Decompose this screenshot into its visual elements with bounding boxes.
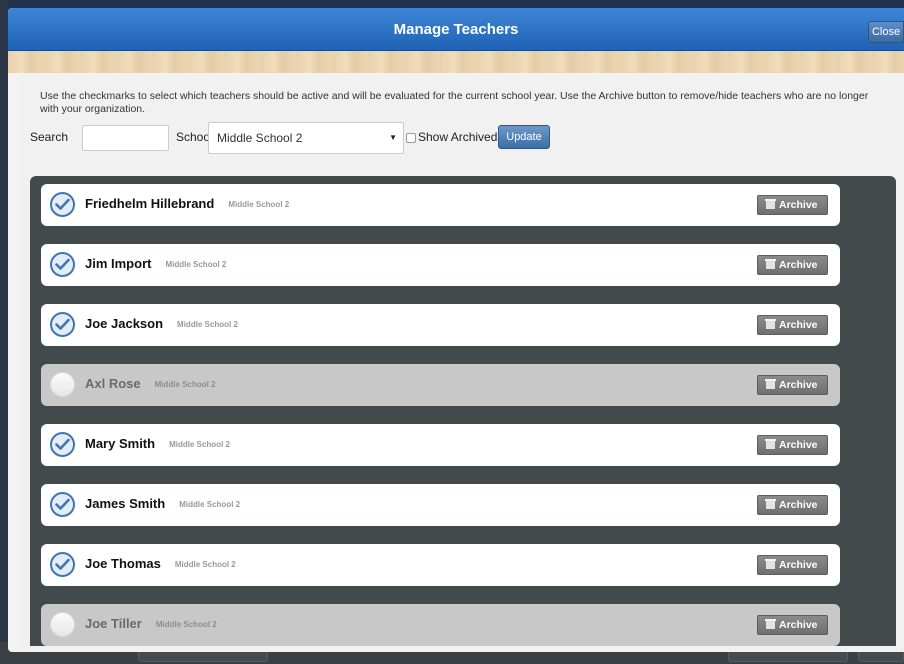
archive-label: Archive <box>779 199 818 211</box>
teacher-row: James Smith Middle School 2 Archive <box>41 484 840 526</box>
filter-toolbar: Search School Middle School 2 ▼ Show Arc… <box>30 122 890 154</box>
archive-box-icon <box>765 259 776 269</box>
teacher-info: James Smith Middle School 2 <box>85 496 240 511</box>
teacher-row: Mary Smith Middle School 2 Archive <box>41 424 840 466</box>
archive-label: Archive <box>779 259 818 271</box>
teacher-school: Middle School 2 <box>155 620 217 629</box>
update-button[interactable]: Update <box>498 125 550 149</box>
archive-label: Archive <box>779 379 818 391</box>
inactive-checkmark-circle[interactable] <box>50 612 75 637</box>
archive-button[interactable]: Archive <box>757 435 828 455</box>
inactive-checkmark-circle[interactable] <box>50 372 75 397</box>
instructions-text: Use the checkmarks to select which teach… <box>40 90 869 115</box>
modal-content: Use the checkmarks to select which teach… <box>18 74 904 652</box>
teacher-name: Joe Thomas <box>85 556 161 571</box>
archive-box-icon <box>765 319 776 329</box>
archive-label: Archive <box>779 499 818 511</box>
archive-box-icon <box>765 199 776 209</box>
teacher-list: Friedhelm Hillebrand Middle School 2 Archi… <box>30 176 896 646</box>
teacher-school: Middle School 2 <box>169 440 230 449</box>
teacher-row: Joe Jackson Middle School 2 Archive <box>41 304 840 346</box>
archive-box-icon <box>765 499 776 509</box>
modal-header: Manage Teachers Close <box>8 8 904 51</box>
teacher-name: Axl Rose <box>85 376 141 391</box>
teacher-name: Friedhelm Hillebrand <box>85 196 215 211</box>
background-app-sidebar <box>0 0 8 664</box>
active-checkmark-icon[interactable] <box>50 492 75 517</box>
archive-button[interactable]: Archive <box>757 495 828 515</box>
archive-label: Archive <box>779 559 818 571</box>
teacher-row: Friedhelm Hillebrand Middle School 2 Archi… <box>41 184 840 226</box>
teacher-info: Joe Thomas Middle School 2 <box>85 556 236 571</box>
teacher-name: Joe Jackson <box>85 316 164 331</box>
teacher-row: Joe Thomas Middle School 2 Archive <box>41 544 840 586</box>
teacher-info: Friedhelm Hillebrand Middle School 2 <box>85 196 289 211</box>
archive-label: Archive <box>779 319 818 331</box>
archive-box-icon <box>765 379 776 389</box>
decorative-wood-strip <box>8 51 904 73</box>
teacher-name: Mary Smith <box>85 436 156 451</box>
active-checkmark-icon[interactable] <box>50 192 75 217</box>
archive-button[interactable]: Archive <box>757 615 828 635</box>
teacher-info: Mary Smith Middle School 2 <box>85 436 230 451</box>
archive-button[interactable]: Archive <box>757 555 828 575</box>
manage-teachers-modal: Manage Teachers Close Use the checkmarks… <box>8 8 904 652</box>
school-select-value: Middle School 2 <box>217 131 303 145</box>
archive-button[interactable]: Archive <box>757 315 828 335</box>
show-archived-checkbox[interactable] <box>406 133 416 143</box>
archive-label: Archive <box>779 619 818 631</box>
teacher-info: Jim Import Middle School 2 <box>85 256 226 271</box>
teacher-row: Axl Rose Middle School 2 Archive <box>41 364 840 406</box>
teacher-info: Axl Rose Middle School 2 <box>85 376 216 391</box>
active-checkmark-icon[interactable] <box>50 312 75 337</box>
teacher-school: Middle School 2 <box>165 260 227 269</box>
archive-box-icon <box>765 619 776 629</box>
school-select[interactable]: Middle School 2 ▼ <box>208 122 404 154</box>
archive-box-icon <box>765 439 776 449</box>
active-checkmark-icon[interactable] <box>50 432 75 457</box>
teacher-name: James Smith <box>85 496 166 511</box>
teacher-school: Middle School 2 <box>228 200 290 209</box>
teacher-school: Middle School 2 <box>154 380 216 389</box>
teacher-row: Joe Tiller Middle School 2 Archive <box>41 604 840 646</box>
active-checkmark-icon[interactable] <box>50 552 75 577</box>
archive-label: Archive <box>779 439 818 451</box>
teacher-name: Joe Tiller <box>85 616 142 631</box>
teacher-school: Middle School 2 <box>179 500 241 509</box>
teacher-name: Jim Import <box>85 256 152 271</box>
show-archived-label: Show Archived <box>418 130 498 144</box>
archive-box-icon <box>765 559 776 569</box>
modal-title: Manage Teachers <box>393 21 519 38</box>
dropdown-caret-icon: ▼ <box>389 133 397 142</box>
archive-button[interactable]: Archive <box>757 195 828 215</box>
teacher-info: Joe Tiller Middle School 2 <box>85 616 217 631</box>
teacher-school: Middle School 2 <box>177 320 238 329</box>
close-button[interactable]: Close <box>868 21 904 43</box>
search-label: Search <box>30 130 69 144</box>
archive-button[interactable]: Archive <box>757 255 828 275</box>
teacher-info: Joe Jackson Middle School 2 <box>85 316 238 331</box>
search-input[interactable] <box>82 125 169 151</box>
teacher-school: Middle School 2 <box>174 560 236 569</box>
active-checkmark-icon[interactable] <box>50 252 75 277</box>
archive-button[interactable]: Archive <box>757 375 828 395</box>
teacher-row: Jim Import Middle School 2 Archive <box>41 244 840 286</box>
